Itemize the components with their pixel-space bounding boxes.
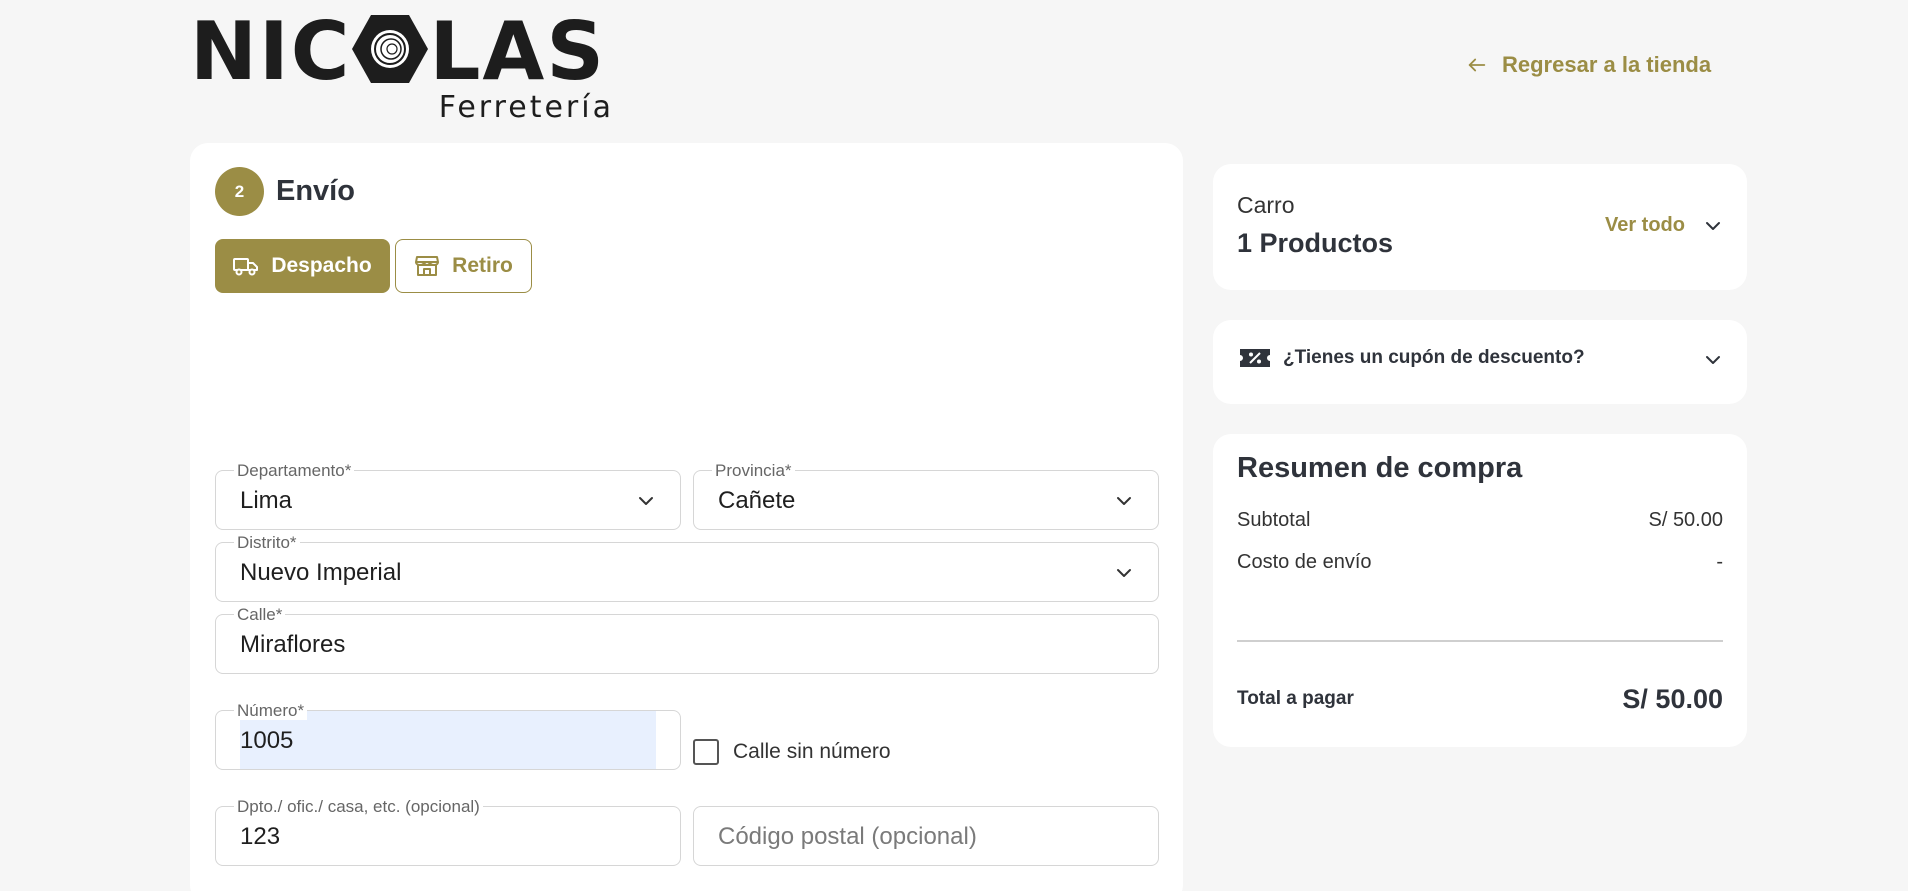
store-icon [415,256,440,276]
discount-ticket-icon [1240,349,1270,367]
calle-input[interactable]: Calle* Miraflores [215,606,1159,674]
sin-numero-checkbox[interactable] [693,739,719,765]
chevron-down-icon [1706,221,1720,230]
calle-label: Calle* [234,606,286,624]
despacho-label: Despacho [271,254,372,277]
calle-value: Miraflores [240,631,346,658]
coupon-label: ¿Tienes un cupón de descuento? [1283,347,1585,368]
logo-wordmark: NIC LAS [190,12,606,92]
distrito-value: Nuevo Imperial [240,559,402,586]
coupon-expand[interactable] [1703,350,1723,375]
postal-code-input[interactable]: Código postal (opcional) [693,806,1159,866]
brand-logo[interactable]: NIC LAS Ferretería [190,12,620,126]
provincia-value: Cañete [718,487,796,514]
shipping-cost-label: Costo de envío [1237,551,1372,573]
coupon-toggle[interactable]: ¿Tienes un cupón de descuento? [1239,346,1585,370]
delivery-option-retiro[interactable]: Retiro [395,239,532,293]
sin-numero-checkbox-row[interactable]: Calle sin número [693,739,891,765]
numero-input[interactable]: Número* 1005 [215,702,681,770]
numero-value: 1005 [240,727,294,754]
retiro-label: Retiro [452,254,513,277]
view-all-label: Ver todo [1604,214,1685,236]
summary-divider [1237,640,1723,642]
coupon-card[interactable]: ¿Tienes un cupón de descuento? [1213,320,1747,404]
numero-label: Número* [234,702,308,720]
chevron-down-icon [1117,569,1131,577]
postal-code-placeholder: Código postal (opcional) [718,823,977,850]
cart-card: Carro 1 Productos Ver todo [1213,164,1747,290]
shipping-cost-row: Costo de envío - [1237,551,1723,574]
dpto-value: 123 [240,823,281,850]
provincia-label: Provincia* [712,462,795,480]
shipping-step-header: 2 Envío [215,167,355,216]
logo-subtitle: Ferretería [438,90,614,125]
departamento-value: Lima [240,487,293,514]
departamento-select[interactable]: Departamento* Lima [215,462,681,530]
dpto-input[interactable]: Dpto./ ofic./ casa, etc. (opcional) 123 [215,798,681,866]
chevron-down-icon [639,497,653,505]
chevron-down-icon [1117,497,1131,505]
distrito-label: Distrito* [234,534,300,552]
purchase-summary-card: Resumen de compra Subtotal S/ 50.00 Cost… [1213,434,1747,747]
sin-numero-label: Calle sin número [733,740,891,763]
arrow-left-icon [1468,58,1486,72]
provincia-select[interactable]: Provincia* Cañete [693,462,1159,530]
view-all-button[interactable]: Ver todo [1605,214,1723,237]
total-value: S/ 50.00 [1622,684,1723,714]
logo-text-left: NIC [190,5,352,98]
summary-title: Resumen de compra [1237,452,1523,484]
cart-product-count: 1 Productos [1237,228,1394,258]
subtotal-row: Subtotal S/ 50.00 [1237,509,1723,532]
subtotal-value: S/ 50.00 [1648,509,1723,531]
step-number-badge: 2 [215,167,264,216]
departamento-label: Departamento* [234,462,355,480]
hex-nut-icon [352,15,429,83]
subtotal-label: Subtotal [1237,509,1311,531]
shipping-cost-value: - [1716,551,1723,573]
dpto-label: Dpto./ ofic./ casa, etc. (opcional) [234,798,483,816]
truck-icon [233,258,259,276]
shipping-card: 2 Envío Despacho Retiro Departamento* Li… [190,143,1183,891]
distrito-select[interactable]: Distrito* Nuevo Imperial [215,534,1159,602]
delivery-option-despacho[interactable]: Despacho [215,239,390,293]
back-to-store-link[interactable]: Regresar a la tienda [1466,52,1711,78]
total-label: Total a pagar [1237,688,1354,709]
chevron-down-icon [1706,356,1720,364]
cart-title: Carro [1237,192,1295,218]
step-title: Envío [276,175,355,207]
back-to-store-label: Regresar a la tienda [1502,52,1712,77]
logo-text-right: LAS [429,5,606,98]
